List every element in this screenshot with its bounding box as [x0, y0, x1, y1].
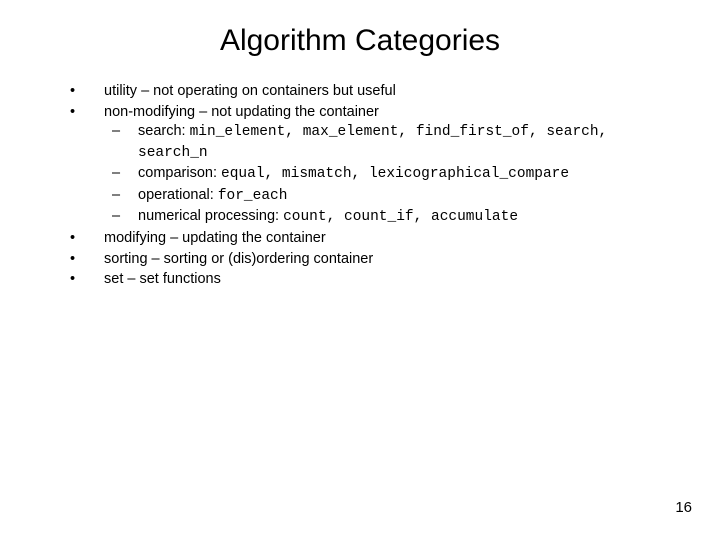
code-text: count, count_if, accumulate: [283, 209, 518, 225]
bullet-text: utility – not operating on containers bu…: [104, 83, 396, 99]
list-item: search: min_element, max_element, find_f…: [104, 122, 680, 163]
list-item: operational: for_each: [104, 186, 680, 207]
list-item: set – set functions: [70, 270, 680, 290]
slide-body: utility – not operating on containers bu…: [0, 82, 720, 290]
list-item: numerical processing: count, count_if, a…: [104, 207, 680, 228]
bullet-text: set – set functions: [104, 271, 221, 287]
list-item: comparison: equal, mismatch, lexicograph…: [104, 164, 680, 185]
list-item: modifying – updating the container: [70, 229, 680, 249]
bullet-text: modifying – updating the container: [104, 230, 326, 246]
sub-label: numerical processing:: [138, 208, 283, 224]
code-text: for_each: [218, 188, 288, 204]
bullet-list: utility – not operating on containers bu…: [70, 82, 680, 290]
bullet-text: non-modifying – not updating the contain…: [104, 104, 379, 120]
slide-title: Algorithm Categories: [0, 0, 720, 82]
sub-label: search:: [138, 123, 190, 139]
page-number: 16: [675, 499, 692, 516]
sub-label: operational:: [138, 187, 218, 203]
list-item: utility – not operating on containers bu…: [70, 82, 680, 102]
code-text: min_element, max_element, find_first_of,…: [138, 124, 607, 161]
sub-label: comparison:: [138, 165, 221, 181]
list-item: sorting – sorting or (dis)ordering conta…: [70, 250, 680, 270]
list-item: non-modifying – not updating the contain…: [70, 103, 680, 228]
code-text: equal, mismatch, lexicographical_compare: [221, 166, 569, 182]
slide: Algorithm Categories utility – not opera…: [0, 0, 720, 540]
bullet-text: sorting – sorting or (dis)ordering conta…: [104, 251, 373, 267]
sub-bullet-list: search: min_element, max_element, find_f…: [104, 122, 680, 228]
